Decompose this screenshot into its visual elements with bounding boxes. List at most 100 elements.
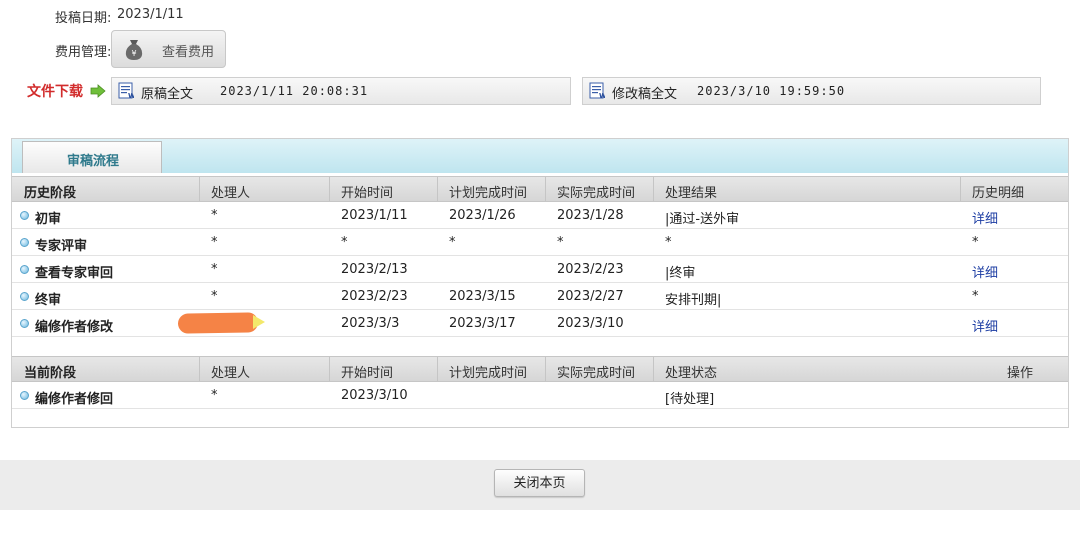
detail-cell: * <box>972 235 979 250</box>
history-header-detail: 历史明细 <box>972 186 1025 201</box>
actual-cell: * <box>557 235 564 250</box>
word-document-icon: W <box>118 82 134 99</box>
current-header-status: 处理状态 <box>665 366 718 381</box>
bullet-icon <box>20 319 29 328</box>
header-separator <box>653 177 654 201</box>
table-row: 终审 * 2023/2/23 2023/3/15 2023/2/27 安排刊期|… <box>12 283 1068 310</box>
redaction-mark-tip <box>253 315 265 329</box>
header-separator <box>960 177 961 201</box>
header-separator <box>437 357 438 381</box>
table-row: 专家评审 * * * * * * <box>12 229 1068 256</box>
bullet-icon <box>20 265 29 274</box>
tab-review-process-label: 审稿流程 <box>67 154 120 169</box>
result-cell: |通过-送外审 <box>665 212 740 227</box>
current-table-header: 当前阶段 处理人 开始时间 计划完成时间 实际完成时间 处理状态 操作 <box>12 356 1068 382</box>
history-header-plan: 计划完成时间 <box>449 186 528 201</box>
stage-cell: 查看专家审回 <box>35 266 114 281</box>
start-cell: * <box>341 235 348 250</box>
revised-manuscript-name: 修改稿全文 <box>612 87 678 102</box>
actual-cell: 2023/2/23 <box>557 262 624 277</box>
tab-review-process[interactable]: 审稿流程 <box>22 141 162 173</box>
footer-bar: 关闭本页 <box>0 460 1080 510</box>
review-process-panel: 审稿流程 历史阶段 处理人 开始时间 计划完成时间 实际完成时间 处理结果 历史… <box>11 138 1069 428</box>
fee-label: 费用管理: <box>55 45 112 60</box>
svg-text:W: W <box>128 92 134 99</box>
history-header-handler: 处理人 <box>211 186 251 201</box>
bullet-icon <box>20 292 29 301</box>
tab-bar: 审稿流程 <box>12 139 1068 173</box>
header-separator <box>199 357 200 381</box>
actual-cell: 2023/2/27 <box>557 289 624 304</box>
actual-cell: 2023/3/10 <box>557 316 624 331</box>
current-header-stage: 当前阶段 <box>24 366 77 381</box>
money-bag-icon: ¥ <box>125 40 143 60</box>
plan-cell: 2023/3/15 <box>449 289 516 304</box>
bullet-icon <box>20 211 29 220</box>
arrow-right-icon <box>90 84 106 98</box>
detail-cell: * <box>972 289 979 304</box>
word-document-icon: W <box>589 82 605 99</box>
start-cell: 2023/1/11 <box>341 208 408 223</box>
table-row: 初审 * 2023/1/11 2023/1/26 2023/1/28 |通过-送… <box>12 202 1068 229</box>
status-cell: [待处理] <box>665 392 715 407</box>
header-separator <box>199 177 200 201</box>
bullet-icon <box>20 391 29 400</box>
detail-link[interactable]: 详细 <box>972 262 998 281</box>
header-separator <box>545 357 546 381</box>
stage-cell: 终审 <box>35 293 62 308</box>
file-download-label: 文件下载 <box>27 84 83 100</box>
result-cell: 安排刊期| <box>665 293 722 308</box>
header-separator <box>437 177 438 201</box>
original-manuscript-time: 2023/1/11 20:08:31 <box>220 84 369 98</box>
history-header-start: 开始时间 <box>341 186 394 201</box>
current-header-start: 开始时间 <box>341 366 394 381</box>
history-header-stage: 历史阶段 <box>24 186 77 201</box>
view-fee-label: 查看费用 <box>162 45 215 60</box>
history-header-result: 处理结果 <box>665 186 718 201</box>
handler-cell: * <box>211 388 218 403</box>
close-page-button[interactable]: 关闭本页 <box>494 469 585 497</box>
start-cell: 2023/2/13 <box>341 262 408 277</box>
header-separator <box>545 177 546 201</box>
stage-cell: 编修作者修改 <box>35 320 114 335</box>
svg-text:W: W <box>599 92 605 99</box>
stage-cell: 专家评审 <box>35 239 88 254</box>
handler-cell: * <box>211 235 218 250</box>
header-separator <box>329 357 330 381</box>
submit-date-label: 投稿日期: <box>55 11 112 26</box>
current-header-handler: 处理人 <box>211 366 251 381</box>
bullet-icon <box>20 238 29 247</box>
handler-cell: * <box>211 262 218 277</box>
stage-cell: 编修作者修回 <box>35 392 114 407</box>
table-row: 编修作者修回 * 2023/3/10 [待处理] <box>12 382 1068 409</box>
start-cell: 2023/2/23 <box>341 289 408 304</box>
actual-cell: 2023/1/28 <box>557 208 624 223</box>
history-header-actual: 实际完成时间 <box>557 186 636 201</box>
view-fee-button[interactable]: ¥ 查看费用 <box>111 30 226 68</box>
stage-cell: 初审 <box>35 212 62 227</box>
detail-link[interactable]: 详细 <box>972 208 998 227</box>
original-manuscript-download[interactable]: W 原稿全文 2023/1/11 20:08:31 <box>111 77 571 105</box>
plan-cell: 2023/3/17 <box>449 316 516 331</box>
history-table-header: 历史阶段 处理人 开始时间 计划完成时间 实际完成时间 处理结果 历史明细 <box>12 176 1068 202</box>
current-header-plan: 计划完成时间 <box>449 366 528 381</box>
revised-manuscript-time: 2023/3/10 19:59:50 <box>697 84 846 98</box>
submit-date-value: 2023/1/11 <box>117 7 184 22</box>
result-cell: |终审 <box>665 266 696 281</box>
plan-cell: * <box>449 235 456 250</box>
plan-cell: 2023/1/26 <box>449 208 516 223</box>
svg-text:¥: ¥ <box>131 49 136 58</box>
handler-cell: * <box>211 208 218 223</box>
revised-manuscript-download[interactable]: W 修改稿全文 2023/3/10 19:59:50 <box>582 77 1041 105</box>
handler-cell: * <box>211 289 218 304</box>
start-cell: 2023/3/10 <box>341 388 408 403</box>
header-separator <box>653 357 654 381</box>
detail-link[interactable]: 详细 <box>972 316 998 335</box>
table-row: 编修作者修改 2023/3/3 2023/3/17 2023/3/10 详细 <box>12 310 1068 337</box>
current-header-actual: 实际完成时间 <box>557 366 636 381</box>
current-header-action: 操作 <box>1007 366 1034 381</box>
redaction-mark <box>177 312 259 334</box>
start-cell: 2023/3/3 <box>341 316 400 331</box>
original-manuscript-name: 原稿全文 <box>141 87 194 102</box>
table-row: 查看专家审回 * 2023/2/13 2023/2/23 |终审 详细 <box>12 256 1068 283</box>
